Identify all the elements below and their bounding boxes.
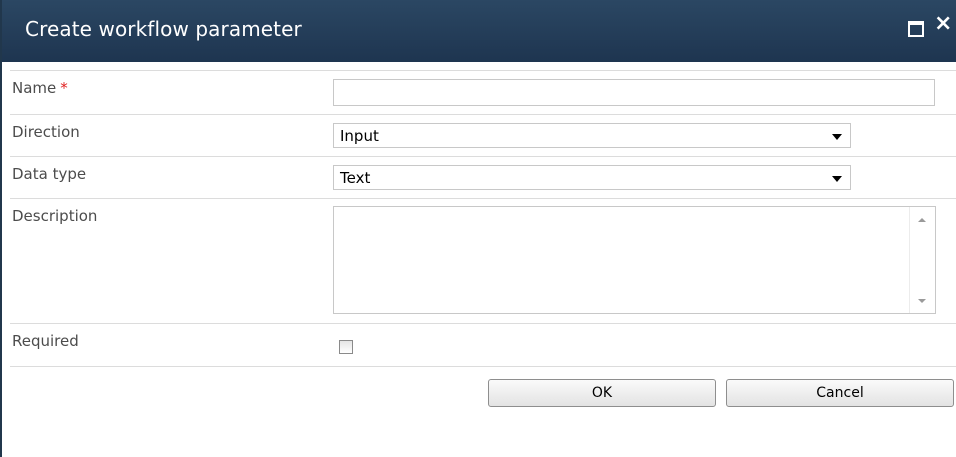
required-row: Required (10, 324, 956, 367)
name-label-text: Name (12, 79, 57, 97)
dialog-titlebar: Create workflow parameter × (2, 0, 956, 62)
scroll-up-arrow-icon[interactable] (918, 218, 926, 222)
direction-row: Direction Input (10, 115, 956, 157)
description-scrollbar[interactable] (909, 207, 935, 313)
parameter-form: Name * Direction Input Data type Text Des… (10, 70, 956, 367)
data-type-label: Data type (12, 165, 87, 183)
data-type-select[interactable]: Text (333, 165, 851, 190)
data-type-row: Data type Text (10, 157, 956, 199)
direction-label: Direction (12, 123, 80, 141)
required-checkbox[interactable] (339, 340, 353, 354)
dialog-title: Create workflow parameter (25, 17, 302, 41)
ok-button[interactable]: OK (488, 379, 716, 407)
maximize-icon[interactable] (908, 21, 924, 37)
create-workflow-parameter-dialog: Create workflow parameter × Name * Direct… (0, 0, 956, 457)
name-row: Name * (10, 71, 956, 115)
description-row: Description (10, 199, 956, 324)
close-icon[interactable]: × (934, 13, 952, 35)
name-input[interactable] (333, 79, 935, 106)
description-textarea[interactable] (333, 206, 936, 314)
direction-selected-value: Input (340, 127, 379, 145)
direction-select[interactable]: Input (333, 123, 851, 148)
name-label: Name * (12, 79, 68, 97)
required-marker: * (60, 79, 68, 97)
scroll-down-arrow-icon[interactable] (918, 299, 926, 303)
chevron-down-icon (832, 176, 842, 182)
chevron-down-icon (832, 134, 842, 140)
description-label: Description (12, 207, 98, 225)
required-label: Required (12, 332, 79, 350)
data-type-selected-value: Text (340, 169, 371, 187)
cancel-button[interactable]: Cancel (726, 379, 954, 407)
